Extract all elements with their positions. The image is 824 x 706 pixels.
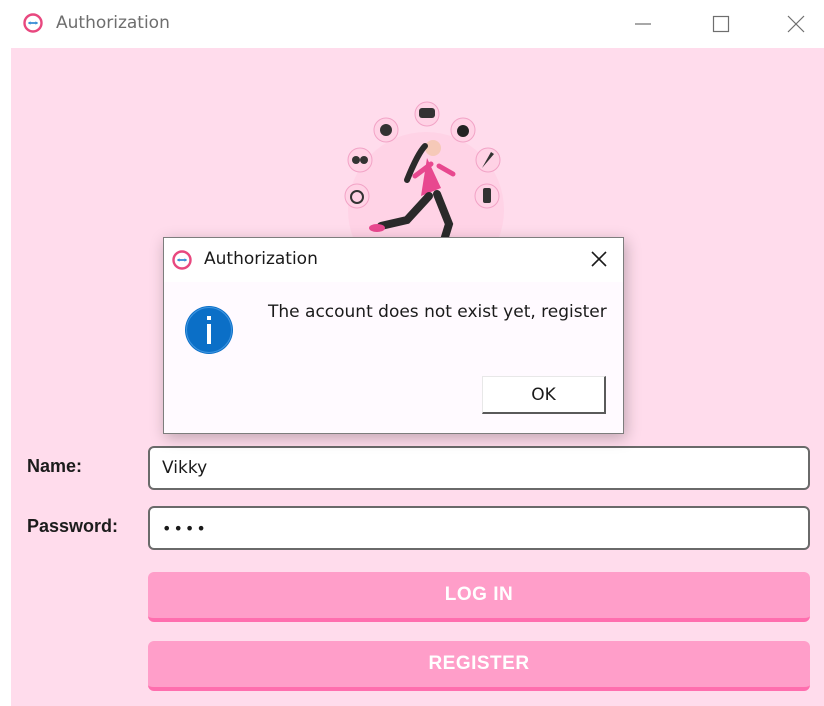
minimize-icon [635,23,651,25]
dialog-body: The account does not exist yet, register [164,282,623,378]
dialog-app-logo-icon [172,250,192,270]
dialog-title: Authorization [204,249,318,269]
dialog-close-button[interactable] [582,244,616,274]
window-title: Authorization [56,13,170,33]
close-button[interactable] [771,8,821,40]
name-input-value: Vikky [162,458,208,478]
register-button[interactable]: REGISTER [148,641,810,691]
ok-button[interactable]: OK [482,376,606,414]
message-dialog: Authorization The account does not exist… [163,237,624,434]
name-input[interactable]: Vikky [148,446,810,490]
info-icon [185,306,233,354]
minimize-button[interactable] [618,8,668,40]
window-titlebar[interactable]: Authorization [0,0,824,48]
app-logo-icon [23,13,43,33]
dialog-message: The account does not exist yet, register [268,302,607,322]
password-label: Password: [27,516,119,536]
login-button[interactable]: LOG IN [148,572,810,622]
maximize-button[interactable] [696,8,746,40]
name-label: Name: [27,456,83,476]
close-icon [591,251,607,267]
password-input[interactable]: •••• [148,506,810,550]
password-input-value: •••• [162,518,208,538]
close-icon [787,15,805,33]
maximize-icon [712,15,730,33]
